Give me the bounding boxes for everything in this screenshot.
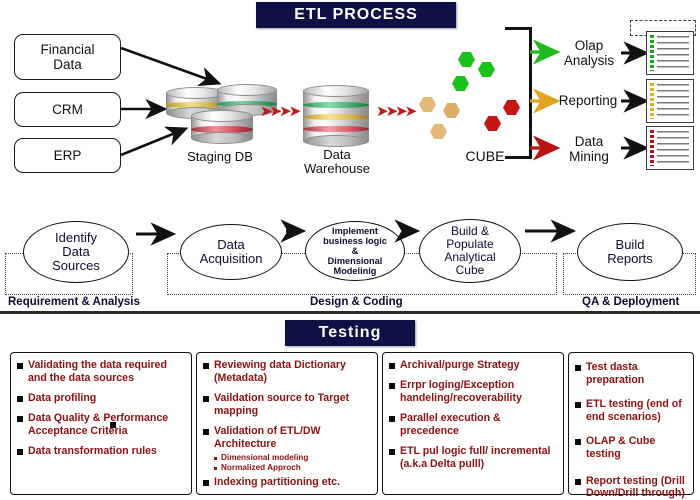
square-bullet-icon (17, 448, 23, 455)
list-item: Data profiling (15, 392, 187, 405)
testing-column-4: Test dasta preparation ETL testing (end … (568, 352, 694, 499)
square-bullet-icon (575, 478, 581, 485)
square-bullet-icon (17, 415, 23, 422)
square-bullet-icon (389, 448, 395, 455)
square-bullet-icon (575, 401, 581, 408)
list-item: Report testing (Drill Down/Drill through… (573, 475, 689, 500)
list-item: Indexing partitioning etc. (201, 476, 373, 489)
square-bullet-icon (203, 395, 209, 402)
list-item: Reviewing data Dictionary (Metadata) (201, 359, 373, 385)
testing-column-2: Reviewing data Dictionary (Metadata) Vai… (196, 352, 378, 495)
list-item: Errpr loging/Exception handeling/recover… (387, 379, 559, 405)
list-item: Test dasta preparation (573, 361, 689, 387)
list-item: OLAP & Cube testing (573, 435, 689, 461)
etl-process-diagram: ETL PROCESS Financial Data CRM ERP Stagin… (0, 0, 700, 500)
phase-label-requirement-analysis: Requirement & Analysis (8, 296, 140, 308)
phase-separator-rule (0, 311, 700, 314)
list-item: Data transformation rules (15, 445, 187, 458)
list-item: Data Quality & Performance Acceptance Cr… (15, 412, 187, 438)
square-bullet-icon (203, 428, 209, 435)
square-bullet-icon (389, 382, 395, 389)
phase-label-qa-deployment: QA & Deployment (582, 296, 680, 308)
list-item: ETL testing (end of end scenarios) (573, 398, 689, 424)
list-item: Vaildation source to Target mapping (201, 392, 373, 418)
list-item: Archival/purge Strategy (387, 359, 559, 372)
list-item: Validation of ETL/DW Architecture Dimens… (201, 425, 373, 473)
sub-list-item: Normalized Approch (214, 463, 373, 473)
square-bullet-icon (17, 363, 23, 369)
square-bullet-icon (17, 395, 23, 402)
testing-column-1: Validating the data required and the dat… (10, 352, 192, 495)
list-item: ETL pul logic full/ incremental (a.k.a D… (387, 445, 559, 471)
testing-column-3: Archival/purge Strategy Errpr loging/Exc… (382, 352, 564, 495)
phase-label-design-coding: Design & Coding (310, 296, 403, 308)
sub-list: Dimensional modeling Normalized Approch (214, 453, 373, 474)
square-bullet-icon (203, 480, 209, 487)
stray-square-bullet-icon (110, 422, 116, 428)
testing-title-banner: Testing (285, 320, 415, 346)
square-bullet-icon (389, 415, 395, 422)
square-bullet-icon (389, 363, 395, 369)
list-item: Validating the data required and the dat… (15, 359, 187, 385)
square-bullet-icon (575, 365, 581, 371)
list-item: Parallel execution & precedence (387, 412, 559, 438)
square-bullet-icon (203, 363, 209, 369)
square-bullet-icon (575, 438, 581, 445)
sub-list-item: Dimensional modeling (214, 453, 373, 463)
